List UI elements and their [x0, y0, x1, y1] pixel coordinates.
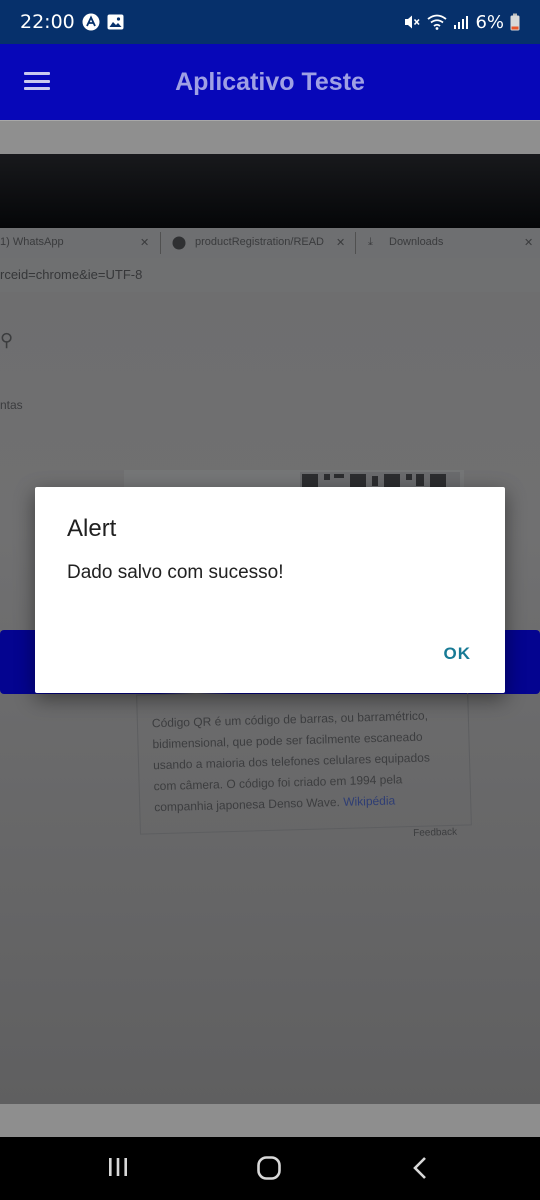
card-line: companhia japonesa Denso Wave. — [154, 795, 341, 815]
app-a-icon — [82, 13, 100, 31]
close-icon: ✕ — [524, 237, 534, 249]
battery-icon — [510, 13, 520, 31]
photo-tab: Downloads — [389, 236, 444, 248]
status-left: 22:00 — [20, 11, 124, 33]
dialog-title: Alert — [67, 515, 117, 542]
photo-tab: productRegistration/READ — [195, 236, 325, 248]
navigation-bar — [0, 1137, 540, 1200]
status-bar: 22:00 6% — [0, 0, 540, 44]
dialog-message: Dado salvo com sucesso! — [67, 562, 284, 583]
home-icon[interactable] — [256, 1155, 282, 1186]
wifi-icon — [427, 13, 447, 31]
card-feedback: Feedback — [413, 826, 458, 839]
hamburger-menu-icon[interactable] — [24, 72, 50, 92]
download-icon: ⤓ — [368, 236, 373, 248]
recent-apps-icon[interactable] — [107, 1155, 129, 1184]
battery-percent: 6% — [475, 11, 504, 33]
photo-dark-area — [0, 154, 540, 228]
preview-top-strip — [0, 120, 540, 155]
search-icon: ⚲ — [0, 330, 14, 350]
image-icon — [107, 14, 124, 30]
back-icon[interactable] — [410, 1155, 430, 1186]
alert-dialog: Alert Dado salvo com sucesso! OK — [35, 487, 505, 693]
photo-tab: 1) WhatsApp — [0, 236, 64, 248]
photo-info-card: Código QR é um código de barras, ou barr… — [136, 685, 472, 839]
ok-button[interactable]: OK — [444, 644, 472, 664]
photo-url-bar: rceid=chrome&ie=UTF-8 — [0, 258, 540, 292]
preview-bottom-strip — [0, 1104, 540, 1137]
close-icon: ✕ — [336, 237, 346, 249]
card-link: Wikipédia — [343, 793, 396, 809]
close-icon: ✕ — [140, 237, 150, 249]
signal-icon — [453, 14, 469, 30]
github-icon — [172, 236, 186, 253]
photo-side-text: ntas — [0, 398, 23, 412]
status-right: 6% — [403, 12, 520, 33]
app-title: Aplicativo Teste — [175, 67, 365, 96]
status-time: 22:00 — [20, 11, 75, 33]
photo-url-text: rceid=chrome&ie=UTF-8 — [0, 267, 143, 282]
mute-icon — [403, 13, 421, 31]
app-bar: Aplicativo Teste — [0, 44, 540, 120]
photo-browser-tabs: 1) WhatsApp ✕ productRegistration/READ ✕… — [0, 228, 540, 258]
